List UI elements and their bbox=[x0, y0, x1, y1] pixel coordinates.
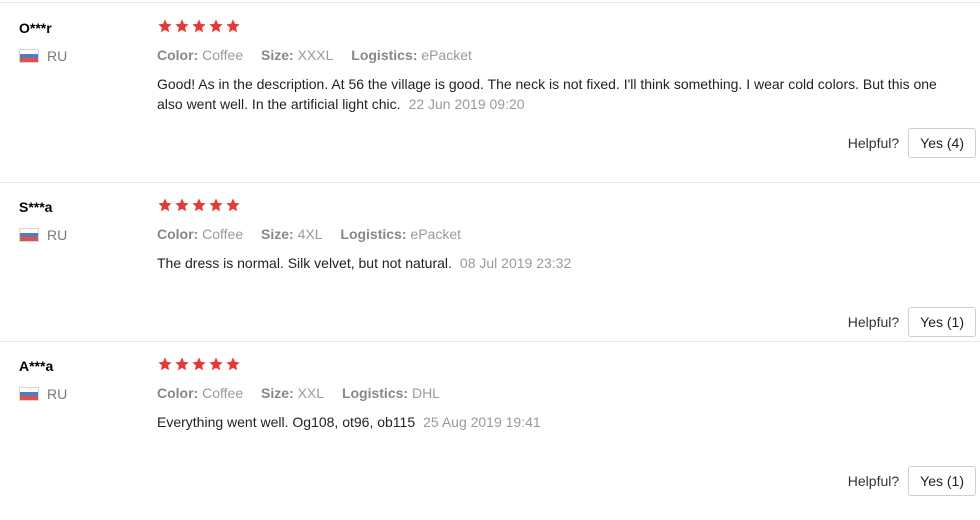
reviewer-country: RU bbox=[19, 48, 67, 64]
review-body: Good! As in the description. At 56 the v… bbox=[157, 76, 937, 112]
size-label: Size: bbox=[261, 385, 294, 401]
review-body: The dress is normal. Silk velvet, but no… bbox=[157, 255, 452, 271]
helpful-label: Helpful? bbox=[847, 135, 900, 151]
helpful-section: Helpful? Yes (1) bbox=[848, 466, 976, 496]
star-icon bbox=[225, 356, 241, 372]
helpful-yes-button[interactable]: Yes (1) bbox=[908, 307, 976, 337]
color-label: Color: bbox=[157, 385, 199, 401]
star-icon bbox=[225, 197, 241, 213]
review-text: Everything went well. Og108, ot96, ob115… bbox=[157, 412, 957, 432]
size-label: Size: bbox=[261, 226, 294, 242]
star-icon bbox=[208, 18, 224, 34]
review-date: 08 Jul 2019 23:32 bbox=[459, 255, 572, 271]
helpful-section: Helpful? Yes (4) bbox=[848, 128, 976, 158]
review-date: 22 Jun 2019 09:20 bbox=[408, 96, 525, 112]
reviewer-country: RU bbox=[19, 386, 67, 402]
star-icon bbox=[174, 18, 190, 34]
russia-flag-icon bbox=[19, 387, 39, 401]
reviewer-name: A***a bbox=[19, 358, 54, 374]
order-properties: Color: Coffee Size: XXXL Logistics: ePac… bbox=[157, 47, 486, 63]
star-icon bbox=[157, 197, 173, 213]
review-item: S***a RU Color: Coffee Size: 4XL Logisti… bbox=[0, 182, 980, 361]
logistics-label: Logistics: bbox=[340, 226, 407, 242]
reviewer-name: O***r bbox=[19, 20, 52, 36]
star-icon bbox=[208, 356, 224, 372]
russia-flag-icon bbox=[19, 228, 39, 242]
reviewer-country: RU bbox=[19, 227, 67, 243]
star-rating bbox=[157, 197, 241, 213]
star-icon bbox=[191, 356, 207, 372]
order-properties: Color: Coffee Size: 4XL Logistics: ePack… bbox=[157, 226, 475, 242]
logistics-value: DHL bbox=[411, 385, 440, 401]
country-code: RU bbox=[47, 386, 68, 402]
top-divider bbox=[0, 2, 980, 3]
logistics-value: ePacket bbox=[421, 47, 472, 63]
size-value: 4XL bbox=[297, 226, 323, 242]
review-item: O***r RU Color: Coffee Size: XXXL Logist… bbox=[0, 4, 980, 182]
star-icon bbox=[191, 18, 207, 34]
review-item: A***a RU Color: Coffee Size: XXL Logisti… bbox=[0, 341, 980, 520]
color-value: Coffee bbox=[202, 385, 244, 401]
color-value: Coffee bbox=[202, 226, 244, 242]
color-value: Coffee bbox=[202, 47, 244, 63]
country-code: RU bbox=[47, 227, 68, 243]
star-icon bbox=[157, 356, 173, 372]
review-text: The dress is normal. Silk velvet, but no… bbox=[157, 253, 957, 273]
star-icon bbox=[157, 18, 173, 34]
review-body: Everything went well. Og108, ot96, ob115 bbox=[157, 414, 416, 430]
star-icon bbox=[225, 18, 241, 34]
star-icon bbox=[174, 197, 190, 213]
helpful-yes-button[interactable]: Yes (4) bbox=[908, 128, 976, 158]
star-icon bbox=[191, 197, 207, 213]
color-label: Color: bbox=[157, 226, 199, 242]
russia-flag-icon bbox=[19, 49, 39, 63]
color-label: Color: bbox=[157, 47, 199, 63]
order-properties: Color: Coffee Size: XXL Logistics: DHL bbox=[157, 385, 454, 401]
star-icon bbox=[174, 356, 190, 372]
review-text: Good! As in the description. At 56 the v… bbox=[157, 74, 957, 114]
helpful-label: Helpful? bbox=[847, 314, 900, 330]
reviewer-name: S***a bbox=[19, 199, 53, 215]
star-rating bbox=[157, 18, 241, 34]
logistics-value: ePacket bbox=[410, 226, 461, 242]
size-value: XXXL bbox=[297, 47, 334, 63]
size-value: XXL bbox=[297, 385, 325, 401]
helpful-yes-button[interactable]: Yes (1) bbox=[908, 466, 976, 496]
star-icon bbox=[208, 197, 224, 213]
logistics-label: Logistics: bbox=[351, 47, 418, 63]
helpful-label: Helpful? bbox=[847, 473, 900, 489]
size-label: Size: bbox=[261, 47, 294, 63]
logistics-label: Logistics: bbox=[341, 385, 409, 401]
helpful-section: Helpful? Yes (1) bbox=[848, 307, 976, 337]
star-rating bbox=[157, 356, 241, 372]
country-code: RU bbox=[47, 48, 68, 64]
review-date: 25 Aug 2019 19:41 bbox=[423, 414, 541, 430]
